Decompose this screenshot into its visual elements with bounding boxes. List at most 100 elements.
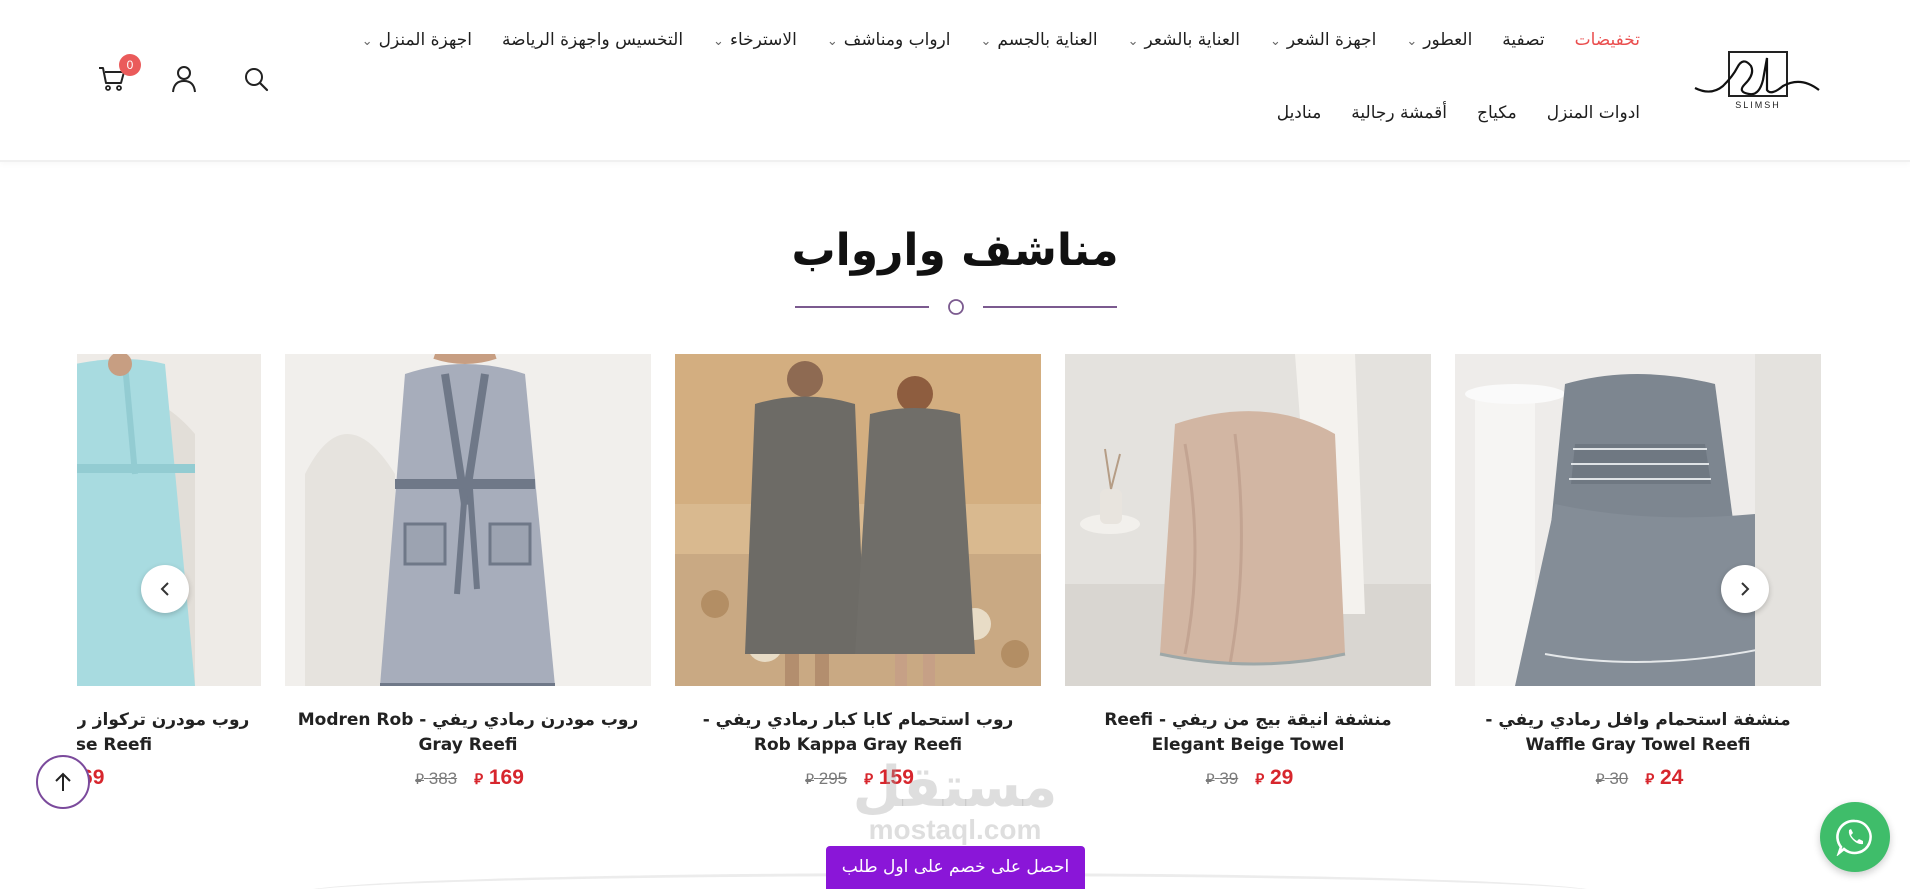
sar-currency-icon: ⃁ — [474, 771, 484, 788]
price-value: 383 — [428, 769, 458, 788]
nav-item-perfumes[interactable]: العطور ⌄ — [1391, 30, 1487, 50]
cart-count-badge: 0 — [119, 54, 141, 76]
whatsapp-chat-button[interactable] — [1820, 802, 1890, 872]
current-price: 29 ⃁ — [1252, 766, 1293, 790]
product-prices: 159 ⃁ 295 ⃁ — [675, 766, 1041, 790]
product-prices: 169 ⃁ 383 ⃁ — [285, 766, 651, 790]
svg-text:SLIMSH: SLIMSH — [1735, 100, 1781, 110]
product-photo-turquoise-robe — [77, 354, 261, 686]
site-header: SLIMSH تخفيضات تصفية العطور ⌄ اجهزة الشعر… — [0, 0, 1910, 162]
arrow-up-icon — [55, 772, 71, 791]
nav-label: الاسترخاء — [729, 30, 797, 50]
old-price: 383 ⃁ — [412, 769, 457, 789]
product-photo-gray-hooded-robes — [675, 354, 1041, 686]
product-carousel: منشفة استحمام وافل رمادي ريفي - Waffle G… — [77, 354, 1822, 794]
nav-label: ادوات المنزل — [1546, 103, 1640, 123]
price-value: 295 — [818, 769, 848, 788]
sar-currency-icon: ⃁ — [864, 771, 874, 788]
product-name[interactable]: روب استحمام كابا كبار رمادي ريفي - Rob K… — [675, 708, 1041, 758]
section-title: مناشف وارواب — [791, 225, 1119, 276]
price-value: 39 — [1219, 769, 1239, 788]
current-price: 169 ⃁ — [471, 766, 524, 790]
nav-item-sales[interactable]: تخفيضات — [1560, 30, 1655, 50]
account-button[interactable] — [167, 62, 201, 96]
logo-mark: SLIMSH — [1694, 51, 1820, 110]
price-value: 29 — [1270, 766, 1294, 789]
product-name[interactable]: منشفة انيقة بيج من ريفي - Reefi Elegant … — [1065, 708, 1431, 758]
product-card[interactable]: منشفة استحمام وافل رمادي ريفي - Waffle G… — [1455, 354, 1821, 790]
nav-item-robes-towels[interactable]: ارواب ومناشف ⌄ — [812, 30, 966, 50]
nav-label: اجهزة الشعر — [1286, 30, 1377, 50]
carousel-next-button[interactable] — [1721, 565, 1769, 613]
scroll-to-top-button[interactable] — [36, 755, 90, 809]
price-value: 30 — [1609, 769, 1629, 788]
main-nav-secondary: ادوات المنزل مكياج أقمشة رجالية مناديل — [1262, 103, 1655, 123]
chevron-down-icon: ⌄ — [826, 33, 838, 49]
old-price: 30 ⃁ — [1593, 769, 1629, 789]
nav-item-clearance[interactable]: تصفية — [1487, 30, 1559, 50]
nav-item-relaxation[interactable]: الاسترخاء ⌄ — [698, 30, 812, 50]
first-order-discount-button[interactable]: احصل على خصم على اول طلب — [826, 846, 1085, 889]
cart-button[interactable]: 0 — [95, 54, 141, 96]
price-value: 169 — [488, 766, 524, 789]
nav-item-mens-fabrics[interactable]: أقمشة رجالية — [1336, 103, 1462, 123]
chevron-down-icon: ⌄ — [980, 33, 992, 49]
section-divider — [795, 299, 1117, 315]
product-name[interactable]: روب مودرن رمادي ريفي - Modren Rob Gray R… — [285, 708, 651, 758]
product-photo-gray-waffle-towel — [1455, 354, 1821, 686]
nav-item-hair-care[interactable]: العناية بالشعر ⌄ — [1113, 30, 1255, 50]
product-card[interactable]: روب استحمام كابا كبار رمادي ريفي - Rob K… — [675, 354, 1041, 790]
watermark-line2: mostaql.com — [868, 814, 1042, 845]
current-price: 24 ⃁ — [1642, 766, 1683, 790]
whatsapp-icon — [1836, 819, 1872, 856]
nav-label: مكياج — [1476, 103, 1517, 123]
nav-item-home-tools[interactable]: ادوات المنزل — [1532, 103, 1655, 123]
product-prices: 169 ⃁ — [77, 766, 261, 790]
nav-label: تصفية — [1502, 30, 1545, 50]
chevron-down-icon: ⌄ — [1127, 33, 1139, 49]
old-price: 39 ⃁ — [1203, 769, 1239, 789]
chevron-down-icon: ⌄ — [1270, 33, 1281, 49]
nav-label: اجهزة المنزل — [378, 30, 472, 50]
price-value: 24 — [1660, 766, 1684, 789]
carousel-prev-button[interactable] — [141, 565, 189, 613]
sar-currency-icon: ⃁ — [1205, 771, 1215, 788]
chevron-down-icon: ⌄ — [1406, 33, 1418, 49]
product-card[interactable]: روب مودرن رمادي ريفي - Modren Rob Gray R… — [285, 354, 651, 790]
nav-item-makeup[interactable]: مكياج — [1462, 103, 1532, 123]
chevron-left-icon — [160, 582, 169, 596]
nav-label: ارواب ومناشف — [843, 30, 951, 50]
product-image[interactable] — [675, 354, 1041, 686]
chevron-right-icon — [1741, 582, 1750, 596]
user-icon — [172, 66, 196, 93]
nav-item-body-care[interactable]: العناية بالجسم ⌄ — [965, 30, 1112, 50]
nav-label: التخسيس واجهزة الرياضة — [501, 30, 684, 50]
product-name[interactable]: روب مودرن تركواز ريفي - Modren Rob Turqu… — [77, 708, 261, 758]
nav-item-home-appliances[interactable]: اجهزة المنزل ⌄ — [347, 30, 487, 50]
sar-currency-icon: ⃁ — [415, 771, 424, 788]
product-image[interactable] — [1065, 354, 1431, 686]
nav-item-fitness[interactable]: التخسيس واجهزة الرياضة — [487, 30, 698, 50]
sar-currency-icon: ⃁ — [1645, 771, 1655, 788]
nav-label: تخفيضات — [1574, 30, 1640, 50]
product-image[interactable] — [285, 354, 651, 686]
search-button[interactable] — [239, 62, 273, 96]
product-photo-beige-towel — [1065, 354, 1431, 686]
product-image[interactable] — [77, 354, 261, 686]
product-card[interactable]: منشفة انيقة بيج من ريفي - Reefi Elegant … — [1065, 354, 1431, 790]
product-photo-gray-robe — [285, 354, 651, 686]
nav-label: العناية بالجسم — [997, 30, 1098, 50]
sar-currency-icon: ⃁ — [805, 771, 814, 788]
product-name[interactable]: منشفة استحمام وافل رمادي ريفي - Waffle G… — [1455, 708, 1821, 758]
chevron-down-icon: ⌄ — [713, 33, 724, 49]
nav-item-hair-devices[interactable]: اجهزة الشعر ⌄ — [1255, 30, 1391, 50]
site-logo[interactable]: SLIMSH — [1693, 50, 1823, 112]
product-image[interactable] — [1455, 354, 1821, 686]
nav-item-tissues[interactable]: مناديل — [1262, 103, 1337, 123]
header-actions: 0 — [95, 54, 273, 96]
product-prices: 29 ⃁ 39 ⃁ — [1065, 766, 1431, 790]
nav-label: العناية بالشعر — [1144, 30, 1241, 50]
main-nav-primary: تخفيضات تصفية العطور ⌄ اجهزة الشعر ⌄ العنا… — [347, 30, 1655, 50]
product-prices: 24 ⃁ 30 ⃁ — [1455, 766, 1821, 790]
current-price: 159 ⃁ — [861, 766, 914, 790]
